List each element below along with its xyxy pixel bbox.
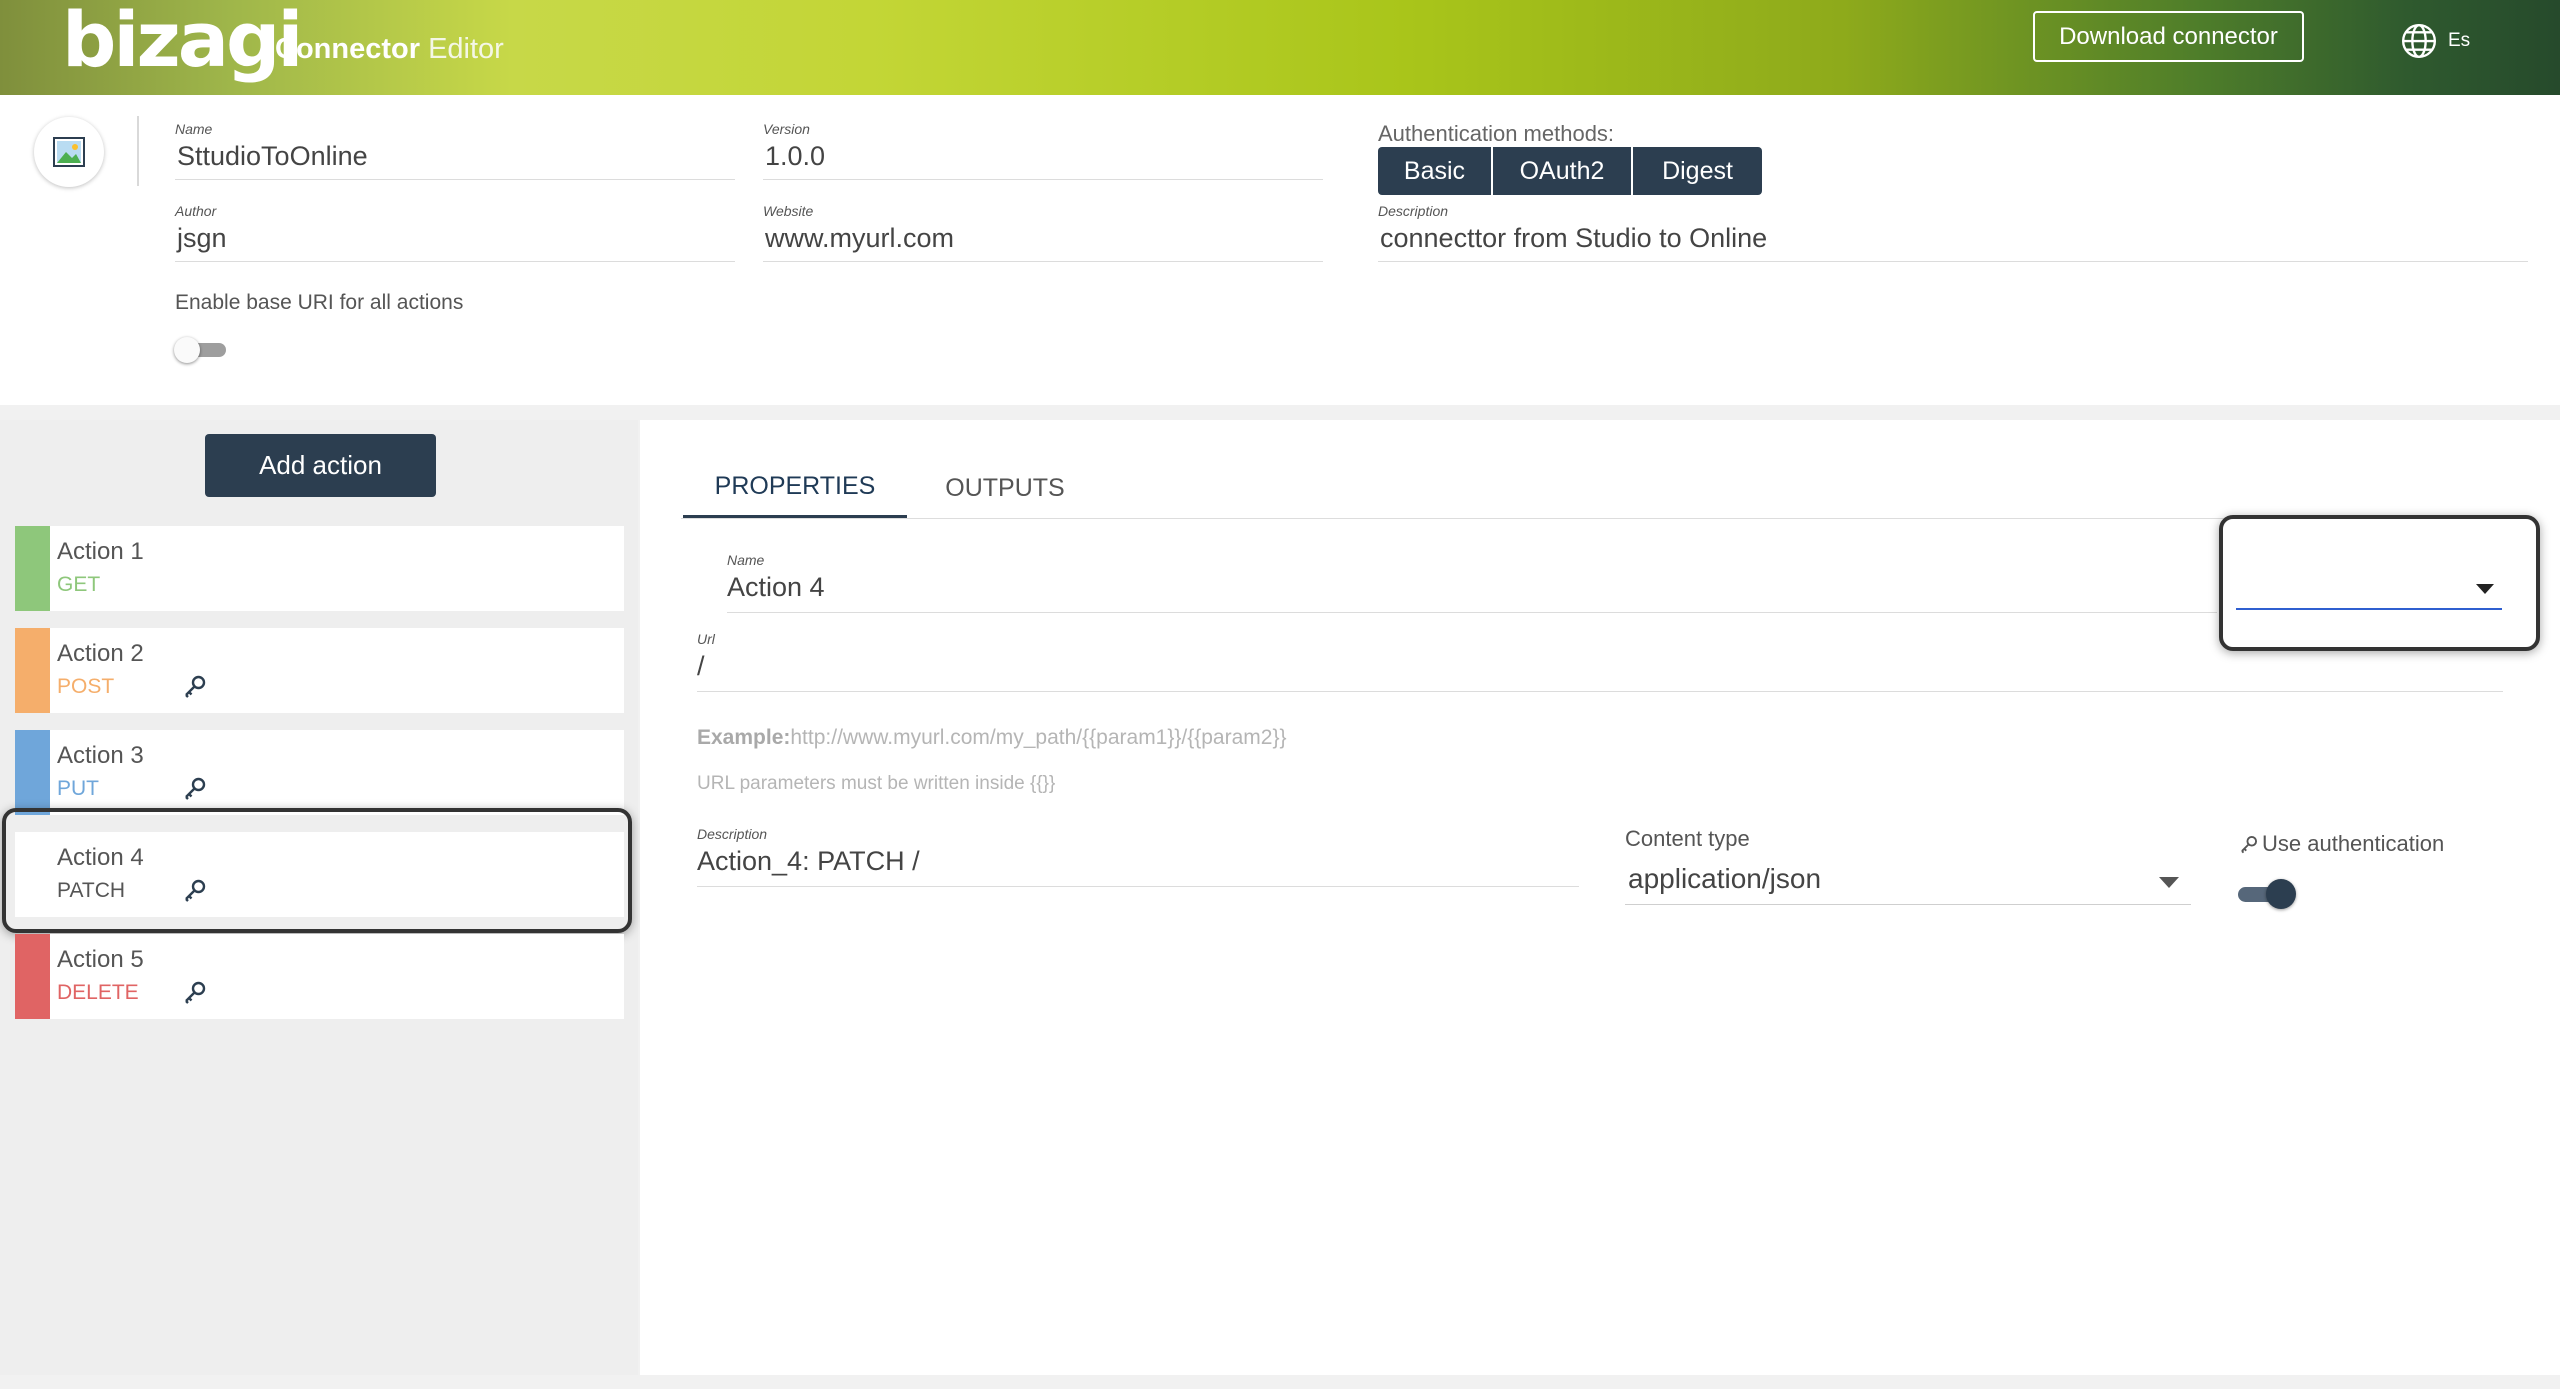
chevron-down-icon [2476,584,2494,594]
action-method: DELETE [57,981,139,1004]
auth-methods-label: Authentication methods: [1378,121,1615,146]
auth-methods-group: Basic OAuth2 Digest [1378,147,1762,195]
action-color-bar [15,628,50,713]
action-method: POST [57,675,115,698]
action-name: Action 2 [57,640,144,667]
url-example-prefix: Example: [697,726,791,749]
connector-author-field[interactable]: Author jsgn [175,203,735,262]
content-type-label: Content type [1625,826,1750,851]
base-uri-label: Enable base URI for all actions [175,291,464,314]
app-title: Connector Editor [275,32,504,66]
chevron-down-icon [2159,877,2179,888]
connector-name-field[interactable]: Name SttudioToOnline [175,121,735,180]
action-color-bar [15,934,50,1019]
connector-author-label: Author [175,203,217,219]
selected-action-highlight [2,808,632,933]
connector-author-input[interactable]: jsgn [175,221,735,262]
base-uri-toggle[interactable] [174,337,230,363]
action-name: Action 5 [57,946,144,973]
language-label: Es [2448,30,2471,51]
action-url-input[interactable]: / [697,649,2503,692]
key-icon [185,675,206,698]
action-item-5[interactable]: Action 5 DELETE [15,934,624,1019]
key-icon [185,981,206,1004]
globe-icon [2401,23,2437,59]
use-authentication-text: Use authentication [2262,831,2445,856]
header-bar: bizagi Connector Editor Download connect… [0,0,2560,95]
connector-website-field[interactable]: Website www.myurl.com [763,203,1323,262]
url-example-value: http://www.myurl.com/my_path/{{param1}}/… [790,726,1287,749]
action-color-bar [15,526,50,611]
method-dropdown[interactable] [2236,570,2502,610]
action-method: GET [57,573,101,596]
connector-name-label: Name [175,121,213,137]
key-icon [185,777,206,800]
download-connector-button[interactable]: Download connector [2033,11,2304,62]
use-authentication-label: Use authentication [2238,831,2444,857]
auth-digest-button[interactable]: Digest [1633,147,1762,195]
add-action-button[interactable]: Add action [205,434,436,497]
header-separator [137,116,139,186]
connector-image-button[interactable] [34,117,104,187]
connector-version-field[interactable]: Version 1.0.0 [763,121,1323,180]
language-selector[interactable]: Es [2400,22,2470,60]
use-authentication-toggle-knob [2266,879,2296,909]
image-icon [53,137,85,167]
action-name: Action 1 [57,538,144,565]
action-name-input[interactable]: Action 4 [727,570,2217,613]
app-title-part1: Connector [275,33,420,65]
action-item-3[interactable]: Action 3 PUT [15,730,624,815]
action-description-input[interactable]: Action_4: PATCH / [697,844,1579,887]
action-name-field[interactable]: Name Action 4 [727,552,2217,613]
tab-properties[interactable]: PROPERTIES [683,458,907,518]
connector-description-input[interactable]: connecttor from Studio to Online [1378,221,2528,262]
url-parameters-hint: URL parameters must be written inside {{… [697,773,1056,794]
action-description-field[interactable]: Description Action_4: PATCH / [697,826,1579,887]
action-color-bar [15,730,50,815]
action-method: PUT [57,777,99,800]
action-name-label: Name [727,552,765,568]
content-type-value: application/json [1628,863,1822,894]
auth-oauth2-button[interactable]: OAuth2 [1493,147,1633,195]
connector-description-field[interactable]: Description connecttor from Studio to On… [1378,203,2528,262]
connector-website-input[interactable]: www.myurl.com [763,221,1323,262]
action-name: Action 3 [57,742,144,769]
action-description-label: Description [697,826,768,842]
use-authentication-toggle[interactable] [2238,879,2296,909]
connector-description-label: Description [1378,203,1449,219]
connector-version-input[interactable]: 1.0.0 [763,139,1323,180]
tab-outputs[interactable]: OUTPUTS [920,458,1090,518]
base-uri-toggle-knob [174,337,200,363]
key-icon [2241,835,2258,854]
bizagi-logo: bizagi [62,0,303,84]
auth-basic-button[interactable]: Basic [1378,147,1493,195]
action-item-2[interactable]: Action 2 POST [15,628,624,713]
connector-website-label: Website [763,203,814,219]
content-type-select[interactable]: application/json [1625,861,2191,905]
connector-version-label: Version [763,121,810,137]
action-item-1[interactable]: Action 1 GET [15,526,624,611]
app-title-part2: Editor [428,33,504,65]
url-example-text: Example:http://www.myurl.com/my_path/{{p… [697,726,1286,750]
connector-name-input[interactable]: SttudioToOnline [175,139,735,180]
